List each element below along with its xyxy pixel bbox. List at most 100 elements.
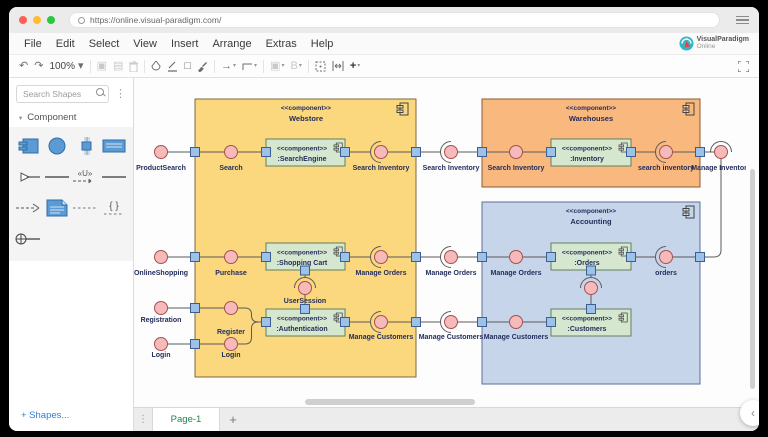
label-manage-orders-2: Manage Orders [426,270,477,277]
palette-dashed-arrow-connector[interactable] [15,198,42,218]
webstore-stereotype: <<component>> [281,105,331,112]
sidebar-more-icon[interactable]: ⋮ [112,87,129,100]
vertical-scrollbar-thumb[interactable] [750,169,755,389]
connector-arrow-dropdown[interactable]: → ▾ [221,59,237,72]
shape-style-icon[interactable]: □ [184,60,191,72]
menu-extras[interactable]: Extras [259,38,304,50]
plus-icon: + [349,59,357,72]
url-text[interactable]: https://online.visual-paradigm.com/ [90,15,221,25]
menu-view[interactable]: View [126,38,164,50]
insert-shape-dropdown[interactable]: + ▾ [349,59,361,72]
undo-icon[interactable]: ↶ [19,60,28,72]
group-icon: ▣ [270,59,281,72]
chevron-down-icon: ▾ [357,63,361,69]
search-engine-stereotype: <<component>> [277,146,327,153]
minimize-window-button[interactable] [33,16,41,24]
diagram-canvas[interactable]: <<component>> Webstore <<component>> War… [134,78,759,407]
connector-style-dropdown[interactable]: ▾ [242,62,257,71]
collapse-caret-icon: ▾ [19,114,23,122]
menu-file[interactable]: File [17,38,49,50]
palette-port-shape[interactable] [72,136,99,156]
redo-icon[interactable]: ↷ [34,60,43,72]
format-brush-icon[interactable] [197,61,208,72]
browser-menu-icon[interactable] [736,15,749,25]
component-section-header[interactable]: ▾ Component [9,108,133,127]
fill-color-icon[interactable] [151,61,161,71]
zoom-dropdown[interactable]: 100% ▾ [49,60,83,72]
arrow-right-icon: → [221,59,233,72]
menu-select[interactable]: Select [82,38,127,50]
browser-window: https://online.visual-paradigm.com/ File… [9,7,759,431]
style-dropdown[interactable]: B ▾ [290,59,302,72]
palette-usage-connector[interactable]: «U» [72,167,99,187]
group-dropdown[interactable]: ▣ ▾ [270,59,285,72]
shape-palette: «U» { } [9,127,133,261]
maximize-window-button[interactable] [47,16,55,24]
copy-icon[interactable]: ▣ [97,60,107,72]
search-engine-part[interactable]: <<component>> :SearchEngine [265,138,346,167]
palette-note-shape[interactable] [43,198,70,218]
horizontal-scrollbar-thumb[interactable] [305,399,475,405]
site-info-icon[interactable] [78,16,85,24]
search-icon [96,88,105,97]
accounting-stereotype: <<component>> [566,208,616,215]
page-tabbar: ⋮ Page-1 + [134,407,759,431]
search-engine-name: :SearchEngine [277,156,326,163]
palette-provided-interface-connector[interactable] [15,229,42,249]
chevron-down-icon: ▾ [298,63,302,69]
menu-help[interactable]: Help [304,38,341,50]
menu-insert[interactable]: Insert [164,38,206,50]
fullscreen-icon[interactable] [738,60,749,72]
tab-page-1[interactable]: Page-1 [152,408,220,431]
line-color-icon[interactable] [167,61,178,72]
palette-line-connector[interactable] [43,167,70,187]
logo-subtitle: Online [696,42,716,50]
browser-chrome: https://online.visual-paradigm.com/ [9,7,759,33]
paste-icon[interactable]: ▤ [113,60,123,72]
pages-menu-icon[interactable]: ⋮ [134,408,152,431]
label-manage-inventory: Manage Inventory [691,165,751,172]
zoom-level: 100% [49,60,76,72]
delete-icon[interactable] [129,60,139,72]
palette-sphere-shape[interactable] [43,136,70,156]
label-search-inventory-3: Search Inventory [488,165,545,172]
palette-line2-connector[interactable] [100,167,127,187]
label-login-outer: Login [151,352,170,359]
fit-page-icon[interactable] [332,61,344,71]
style-b-icon: B [290,59,298,72]
label-search: Search [219,165,242,172]
canvas-column: <<component>> Webstore <<component>> War… [134,78,759,431]
close-window-button[interactable] [19,16,27,24]
label-manage-orders-3: Manage Orders [491,270,542,277]
label-manage-customers-3: Manage Customers [484,334,549,341]
shopping-cart-stereotype: <<component>> [277,250,327,257]
palette-component2-shape[interactable] [100,136,127,156]
horizontal-scrollbar[interactable] [134,399,746,405]
collapse-panel-button[interactable]: ‹ [740,400,759,426]
palette-constraint-shape[interactable]: { } [100,198,127,218]
vertical-scrollbar[interactable] [746,78,759,407]
palette-realization-connector[interactable] [15,167,42,187]
grid-icon[interactable] [315,61,326,72]
chevron-down-icon: ▾ [233,63,237,69]
inventory-part[interactable]: <<component>> :Inventory [550,138,632,167]
menu-edit[interactable]: Edit [49,38,82,50]
chevron-left-icon: ‹ [751,406,755,420]
label-login-inner: Login [221,352,240,359]
label-orders-lc: orders [655,270,677,277]
palette-dashed-line-connector[interactable] [72,198,99,218]
webstore-name: Webstore [289,114,323,123]
visual-paradigm-logo: VisualParadigm Online [679,36,751,51]
component-diagram[interactable]: <<component>> Webstore <<component>> War… [134,78,757,407]
toolbar: ↶ ↷ 100% ▾ ▣ ▤ □ → ▾ ▾ ▣ ▾ B ▾ + ▾ [9,55,759,78]
palette-component-shape[interactable] [15,136,42,156]
menu-arrange[interactable]: Arrange [205,38,258,50]
more-shapes-link[interactable]: + Shapes... [9,402,133,431]
label-search-inventory-lc: search inventory [638,165,694,172]
label-registration: Registration [141,317,182,324]
chevron-down-icon: ▾ [281,63,285,69]
address-bar[interactable]: https://online.visual-paradigm.com/ [69,12,720,28]
add-page-button[interactable]: + [220,408,246,431]
label-user-session: UserSession [284,298,326,305]
warehouses-name: Warehouses [569,114,613,123]
